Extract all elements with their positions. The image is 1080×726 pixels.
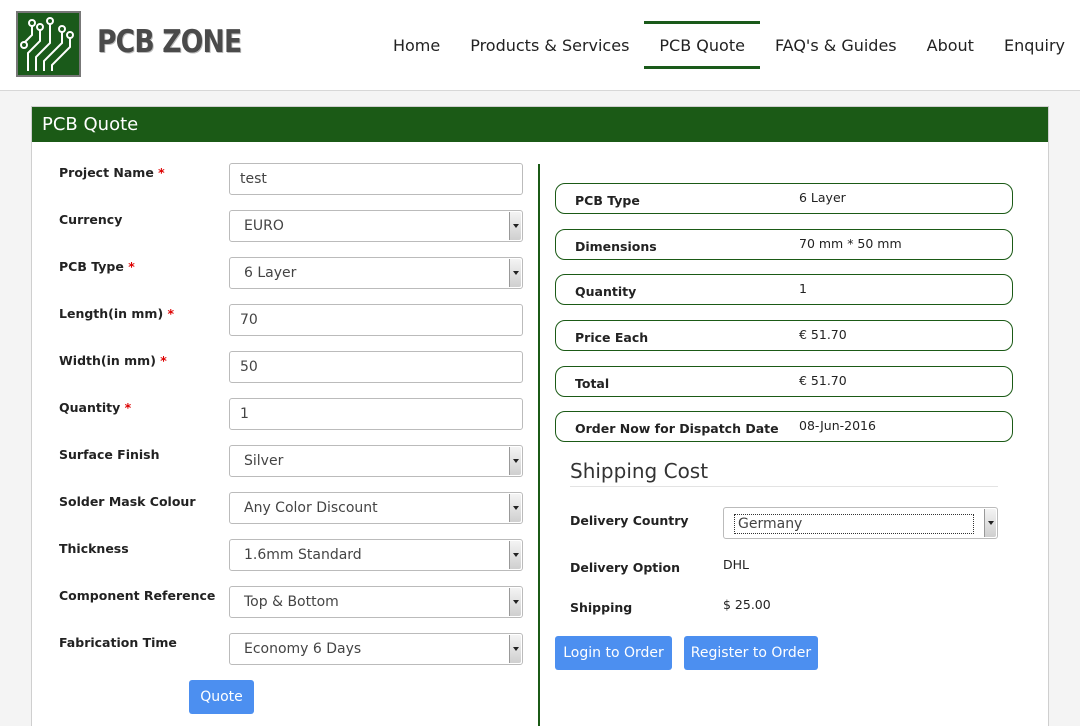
- summary-label: Price Each: [575, 330, 649, 345]
- summary-value: 1: [799, 281, 807, 296]
- summary-row-price-each: Price Each € 51.70: [555, 320, 1013, 351]
- summary-value: 08-Jun-2016: [799, 418, 876, 433]
- summary-label: Total: [575, 376, 610, 391]
- summary-value: 6 Layer: [799, 190, 846, 205]
- brand-name[interactable]: PCB ZONE: [97, 24, 242, 60]
- pcb-type-select[interactable]: 6 Layer: [229, 257, 523, 289]
- project-name-label: Project Name *: [59, 165, 165, 180]
- summary-value: € 51.70: [799, 373, 847, 388]
- shipping-cost-value: $ 25.00: [723, 597, 771, 612]
- thickness-value: 1.6mm Standard: [244, 547, 362, 563]
- solder-mask-label: Solder Mask Colour: [59, 494, 196, 509]
- chevron-down-icon: [509, 494, 521, 522]
- column-divider: [538, 164, 540, 726]
- pcb-type-value: 6 Layer: [244, 265, 297, 281]
- summary-label: PCB Type: [575, 193, 640, 208]
- nav-home[interactable]: Home: [378, 21, 455, 69]
- fabrication-time-select[interactable]: Economy 6 Days: [229, 633, 523, 665]
- currency-value: EURO: [244, 218, 284, 234]
- panel-title: PCB Quote: [32, 107, 1048, 142]
- fabrication-time-value: Economy 6 Days: [244, 641, 362, 657]
- surface-finish-label: Surface Finish: [59, 447, 160, 462]
- summary-row-pcb-type: PCB Type 6 Layer: [555, 183, 1013, 214]
- component-reference-label: Component Reference: [59, 588, 216, 603]
- nav-faqs-guides[interactable]: FAQ's & Guides: [760, 21, 912, 69]
- quantity-label: Quantity *: [59, 400, 132, 415]
- quantity-input[interactable]: 1: [229, 398, 523, 430]
- delivery-country-value: Germany: [734, 514, 974, 534]
- chevron-down-icon: [509, 447, 521, 475]
- pcb-logo-icon[interactable]: [16, 11, 81, 77]
- delivery-country-label: Delivery Country: [570, 513, 689, 528]
- surface-finish-value: Silver: [244, 453, 284, 469]
- delivery-option-value: DHL: [723, 557, 749, 572]
- summary-label: Dimensions: [575, 239, 657, 254]
- nav-about[interactable]: About: [912, 21, 989, 69]
- chevron-down-icon: [509, 635, 521, 663]
- summary-row-total: Total € 51.70: [555, 366, 1013, 397]
- login-to-order-button[interactable]: Login to Order: [555, 636, 672, 670]
- main-nav: Home Products & Services PCB Quote FAQ's…: [378, 21, 1080, 69]
- chevron-down-icon: [509, 259, 521, 287]
- width-label: Width(in mm) *: [59, 353, 167, 368]
- pcb-type-label: PCB Type *: [59, 259, 135, 274]
- summary-label: Order Now for Dispatch Date: [575, 421, 779, 436]
- nav-pcb-quote[interactable]: PCB Quote: [644, 21, 760, 69]
- chevron-down-icon: [509, 588, 521, 616]
- site-header: PCB ZONE Home Products & Services PCB Qu…: [0, 0, 1080, 91]
- chevron-down-icon: [509, 541, 521, 569]
- chevron-down-icon: [509, 212, 521, 240]
- component-reference-select[interactable]: Top & Bottom: [229, 586, 523, 618]
- nav-enquiry[interactable]: Enquiry: [989, 21, 1080, 69]
- delivery-option-label: Delivery Option: [570, 560, 681, 575]
- thickness-select[interactable]: 1.6mm Standard: [229, 539, 523, 571]
- summary-row-dispatch-date: Order Now for Dispatch Date 08-Jun-2016: [555, 411, 1013, 442]
- currency-label: Currency: [59, 212, 123, 227]
- fabrication-time-label: Fabrication Time: [59, 635, 177, 650]
- currency-select[interactable]: EURO: [229, 210, 523, 242]
- project-name-input[interactable]: test: [229, 163, 523, 195]
- summary-value: € 51.70: [799, 327, 847, 342]
- width-input[interactable]: 50: [229, 351, 523, 383]
- nav-products-services[interactable]: Products & Services: [455, 21, 644, 69]
- summary-row-quantity: Quantity 1: [555, 274, 1013, 305]
- surface-finish-select[interactable]: Silver: [229, 445, 523, 477]
- solder-mask-value: Any Color Discount: [244, 500, 378, 516]
- shipping-cost-label: Shipping: [570, 600, 633, 615]
- length-input[interactable]: 70: [229, 304, 523, 336]
- solder-mask-select[interactable]: Any Color Discount: [229, 492, 523, 524]
- chevron-down-icon: [984, 509, 996, 537]
- shipping-title: Shipping Cost: [570, 459, 709, 483]
- summary-label: Quantity: [575, 284, 637, 299]
- summary-value: 70 mm * 50 mm: [799, 236, 902, 251]
- quote-button[interactable]: Quote: [189, 680, 254, 714]
- component-reference-value: Top & Bottom: [244, 594, 339, 610]
- register-to-order-button[interactable]: Register to Order: [684, 636, 818, 670]
- summary-row-dimensions: Dimensions 70 mm * 50 mm: [555, 229, 1013, 260]
- thickness-label: Thickness: [59, 541, 129, 556]
- length-label: Length(in mm) *: [59, 306, 175, 321]
- delivery-country-select[interactable]: Germany: [723, 507, 998, 539]
- shipping-divider: [570, 486, 998, 487]
